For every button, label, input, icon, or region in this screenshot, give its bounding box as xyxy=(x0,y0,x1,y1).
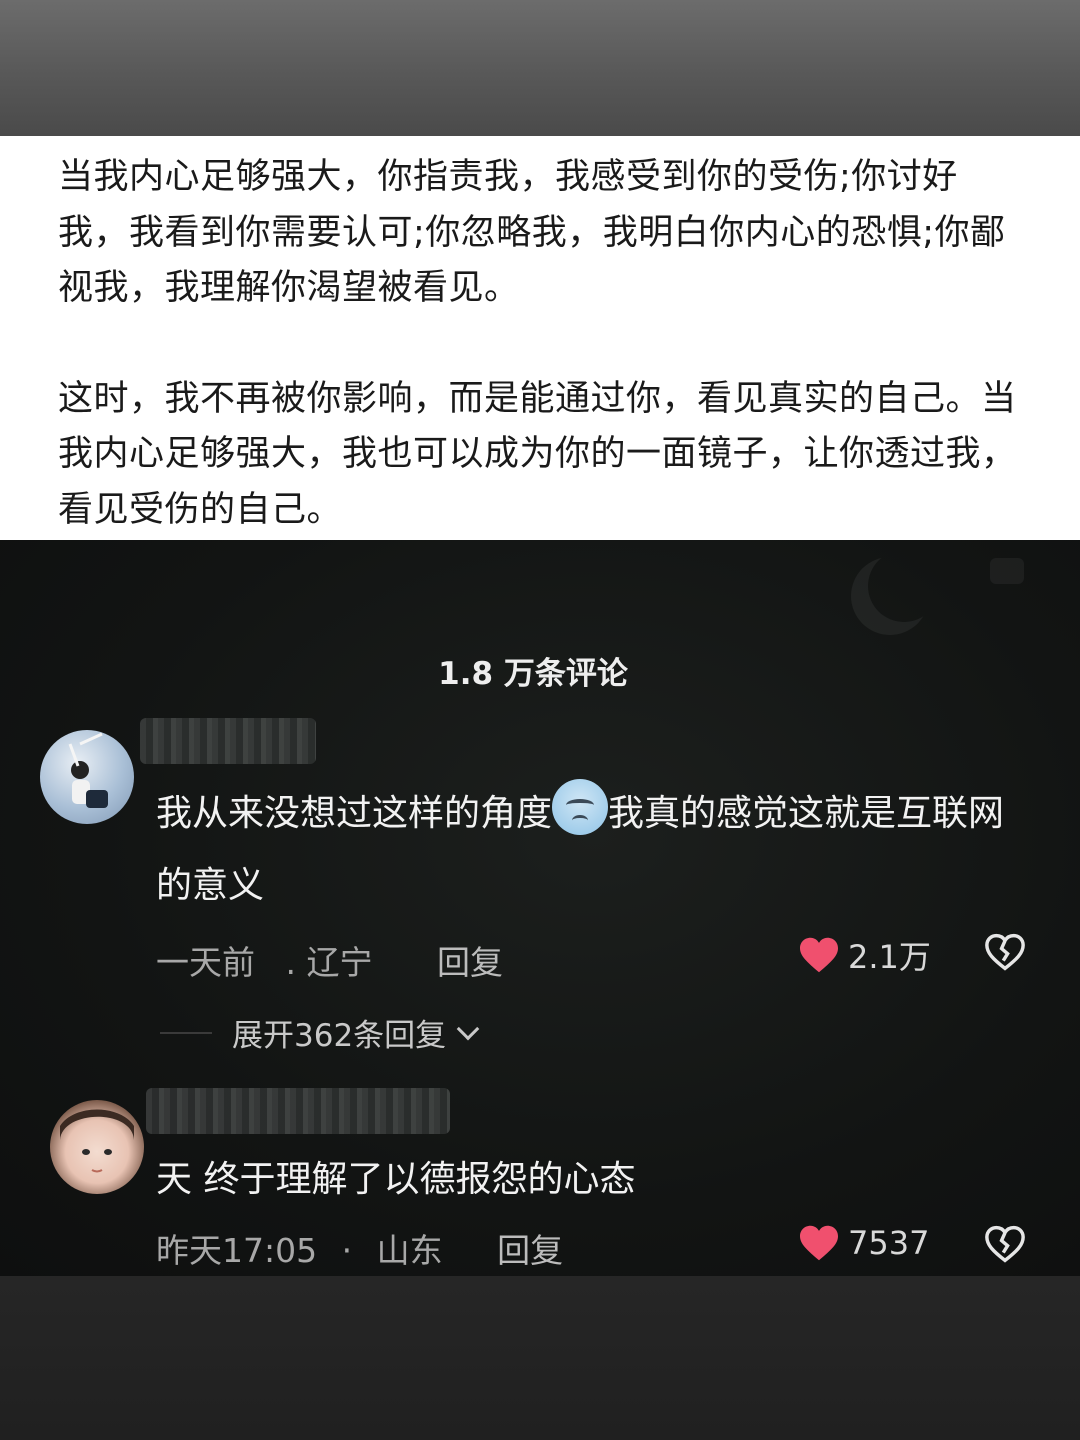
redacted-username xyxy=(146,1088,450,1134)
comments-count: 1.8 万条评论 xyxy=(438,656,628,692)
avatar-figure-icon xyxy=(68,732,108,808)
reply-button[interactable]: 回复 xyxy=(497,1224,563,1272)
crying-face-icon xyxy=(552,779,609,835)
redacted-username xyxy=(140,718,316,764)
expand-replies-button[interactable]: 展开362条回复 xyxy=(160,1010,480,1055)
avatar[interactable] xyxy=(50,1100,144,1194)
comment-text: 天 终于理解了以德报怨的心态 xyxy=(156,1159,636,1200)
broken-heart-icon[interactable] xyxy=(984,1225,1026,1263)
comment-time: 一天前 xyxy=(156,943,255,982)
comment-meta: 一天前 . 辽宁 回复 xyxy=(156,936,503,984)
heart-icon xyxy=(800,1225,838,1261)
comments-panel: 1.8 万条评论 我从来没想过这样的角度 我真的感觉这就是互联网的意义 一天前 .… xyxy=(0,540,1080,1276)
quote-paragraph-1: 当我内心足够强大，你指责我，我感受到你的受伤;你讨好我，我看到你需要认可;你忽略… xyxy=(58,157,1006,308)
quote-paragraph-2: 这时，我不再被你影响，而是能通过你，看见真实的自己。当我内心足够强大，我也可以成… xyxy=(58,378,1017,530)
meta-separator: · xyxy=(341,1231,353,1270)
divider-line xyxy=(160,1031,212,1034)
like-count: 7537 xyxy=(848,1224,930,1262)
broken-heart-icon[interactable] xyxy=(984,933,1026,971)
comment-location: . 辽宁 xyxy=(285,943,373,982)
decoration-icon xyxy=(990,558,1024,584)
quote-card: 当我内心足够强大，你指责我，我感受到你的受伤;你讨好我，我看到你需要认可;你忽略… xyxy=(0,136,1080,540)
like-button[interactable]: 7537 xyxy=(798,1224,929,1262)
like-button[interactable]: 2.1万 xyxy=(798,932,931,978)
like-count: 2.1万 xyxy=(848,938,931,976)
avatar[interactable] xyxy=(40,730,134,824)
comment-meta: 昨天17:05 · 山东 回复 xyxy=(156,1224,563,1272)
top-bar xyxy=(0,0,1080,136)
comment-text: 我从来没想过这样的角度 我真的感觉这就是互联网的意义 xyxy=(156,778,1036,922)
moon-icon xyxy=(868,550,940,622)
expand-replies-label: 展开362条回复 xyxy=(232,1018,447,1054)
heart-icon xyxy=(800,937,838,973)
bottom-bar xyxy=(0,1276,1080,1440)
reply-button[interactable]: 回复 xyxy=(437,936,503,984)
comment-location: 山东 xyxy=(376,1231,443,1270)
avatar-face-icon xyxy=(60,1109,134,1173)
chevron-down-icon xyxy=(456,1017,480,1040)
comment-time: 昨天17:05 xyxy=(156,1231,318,1270)
